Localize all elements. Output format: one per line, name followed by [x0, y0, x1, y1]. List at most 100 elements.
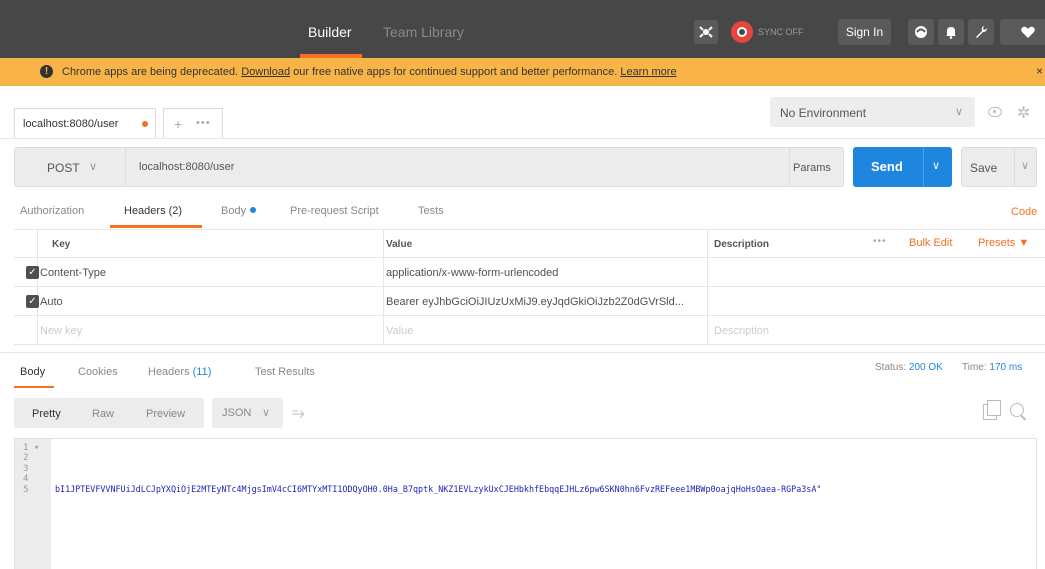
add-tab-button[interactable]: +	[174, 116, 182, 132]
notifications-button[interactable]	[938, 19, 964, 45]
key-cell[interactable]: Content-Type	[38, 258, 384, 287]
tab-body-label: Body	[221, 205, 247, 217]
unsaved-dot	[142, 121, 148, 127]
header-key: Auto	[40, 296, 63, 308]
url-value: localhost:8080/user	[139, 161, 235, 173]
new-key-placeholder: New key	[40, 325, 83, 337]
bulk-edit-button[interactable]: Bulk Edit	[909, 237, 952, 249]
save-label: Save	[970, 161, 998, 175]
format-preview[interactable]: Preview	[146, 408, 185, 420]
environment-label: No Environment	[780, 106, 867, 120]
body-indicator-dot	[250, 207, 257, 213]
chevron-down-icon: ∨	[89, 161, 98, 173]
response-divider	[0, 352, 1045, 353]
tab-authorization[interactable]: Authorization	[20, 205, 84, 217]
chevron-down-icon[interactable]: ∨	[1021, 159, 1029, 172]
active-tab-underline	[14, 386, 54, 388]
send-button[interactable]: Send ∨	[853, 147, 952, 187]
download-link[interactable]: Download	[241, 66, 290, 78]
params-label: Params	[793, 162, 831, 174]
code-link[interactable]: Code	[1011, 206, 1037, 218]
header-key: Content-Type	[40, 267, 107, 279]
method-select[interactable]: POST ∨	[14, 147, 126, 187]
banner-middle: our free native apps for continued suppo…	[293, 66, 618, 78]
line-number: 3	[23, 464, 29, 474]
new-description-input[interactable]: Description	[708, 316, 1045, 345]
response-tab-test-results[interactable]: Test Results	[255, 366, 315, 378]
language-select[interactable]: JSON ∨	[212, 398, 283, 428]
tab-pre-request-script[interactable]: Pre-request Script	[290, 205, 379, 217]
status-label: Status:	[875, 362, 907, 373]
new-description-placeholder: Description	[714, 325, 770, 337]
wrench-icon	[976, 26, 987, 38]
sign-in-button[interactable]: Sign In	[838, 19, 891, 45]
globe-icon	[915, 26, 927, 38]
runner-button[interactable]	[908, 19, 934, 45]
response-tab-body[interactable]: Body	[20, 366, 45, 378]
new-value-input[interactable]: Value	[384, 316, 708, 345]
nav-team-library[interactable]: Team Library	[383, 24, 464, 40]
tab-tests[interactable]: Tests	[418, 205, 444, 217]
format-pretty[interactable]: Pretty	[32, 408, 61, 420]
column-description: Description	[714, 239, 770, 250]
header-value: application/x-www-form-urlencoded	[386, 267, 559, 279]
value-cell[interactable]: application/x-www-form-urlencoded	[384, 258, 708, 287]
new-tab-group: + •••	[163, 108, 223, 138]
deprecation-banner: ! Chrome apps are being deprecated. Down…	[0, 58, 1045, 86]
key-cell[interactable]: Auto	[38, 287, 384, 316]
active-tab-underline	[110, 225, 202, 228]
table-row-new: New key Value Description	[14, 316, 1045, 345]
presets-button[interactable]: Presets ▼	[978, 237, 1029, 249]
gear-icon[interactable]: ✲	[1017, 103, 1030, 123]
eye-icon[interactable]	[988, 107, 1002, 117]
settings-button[interactable]	[968, 19, 994, 45]
line-number-gutter: 1 ▾ 2 3 4 5	[15, 439, 51, 569]
time-label: Time:	[962, 362, 987, 373]
copy-icon[interactable]	[983, 400, 1001, 420]
chevron-down-icon[interactable]: ∨	[932, 159, 940, 172]
line-number: 2	[23, 453, 29, 463]
url-input[interactable]: localhost:8080/user	[126, 147, 790, 187]
nav-builder[interactable]: Builder	[308, 24, 352, 40]
banner-prefix: Chrome apps are being deprecated.	[62, 66, 239, 78]
header-value: Bearer eyJhbGciOiJIUzUxMiJ9.eyJqdGkiOiJz…	[386, 296, 684, 308]
params-button[interactable]: Params	[790, 147, 844, 187]
learn-more-link[interactable]: Learn more	[620, 66, 676, 78]
description-cell[interactable]	[708, 258, 1045, 287]
more-icon[interactable]: •••	[873, 236, 887, 247]
tab-headers[interactable]: Headers (2)	[124, 205, 182, 217]
value-cell[interactable]: Bearer eyJhbGciOiJIUzUxMiJ9.eyJqdGkiOiJz…	[384, 287, 708, 316]
send-label: Send	[871, 159, 903, 174]
response-body-editor[interactable]: 1 ▾ 2 3 4 5 bI1JPTEVFVVNFUiJdLCJpYXQiOjE…	[14, 438, 1037, 569]
bell-icon	[946, 27, 956, 39]
favorite-button[interactable]	[1000, 19, 1045, 45]
response-headers-count: (11)	[192, 366, 212, 378]
search-icon[interactable]	[1010, 403, 1024, 417]
column-key: Key	[52, 239, 71, 250]
column-value: Value	[386, 239, 413, 250]
line-number[interactable]: 1 ▾	[23, 444, 39, 453]
line-number: 4	[23, 474, 29, 484]
interceptor-icon[interactable]	[694, 20, 718, 44]
response-tab-cookies[interactable]: Cookies	[78, 366, 118, 378]
response-code-line: bI1JPTEVFVVNFUiJdLCJpYXQiOjE2MTEyNTc4Mjg…	[55, 484, 822, 494]
sync-icon[interactable]	[731, 21, 753, 43]
save-divider	[1014, 148, 1015, 186]
response-tab-headers[interactable]: Headers (11)	[148, 366, 211, 378]
method-label: POST	[47, 161, 80, 175]
new-key-input[interactable]: New key	[38, 316, 384, 345]
tab-more-button[interactable]: •••	[196, 117, 211, 129]
new-value-placeholder: Value	[386, 325, 414, 337]
table-row: ✓ Auto Bearer eyJhbGciOiJIUzUxMiJ9.eyJqd…	[14, 287, 1045, 316]
request-tab-label: localhost:8080/user	[23, 118, 119, 130]
request-tab[interactable]: localhost:8080/user	[14, 108, 156, 138]
close-icon[interactable]: ×	[1036, 64, 1043, 78]
tab-body[interactable]: Body	[221, 205, 257, 217]
description-cell[interactable]	[708, 287, 1045, 316]
save-button[interactable]: Save ∨	[961, 147, 1037, 187]
format-raw[interactable]: Raw	[92, 408, 114, 420]
wrap-lines-icon[interactable]: ⥱	[292, 405, 305, 423]
environment-select[interactable]: No Environment ∨	[770, 97, 975, 127]
language-label: JSON	[222, 407, 252, 419]
status-indicator: Status: 200 OK	[875, 362, 943, 373]
